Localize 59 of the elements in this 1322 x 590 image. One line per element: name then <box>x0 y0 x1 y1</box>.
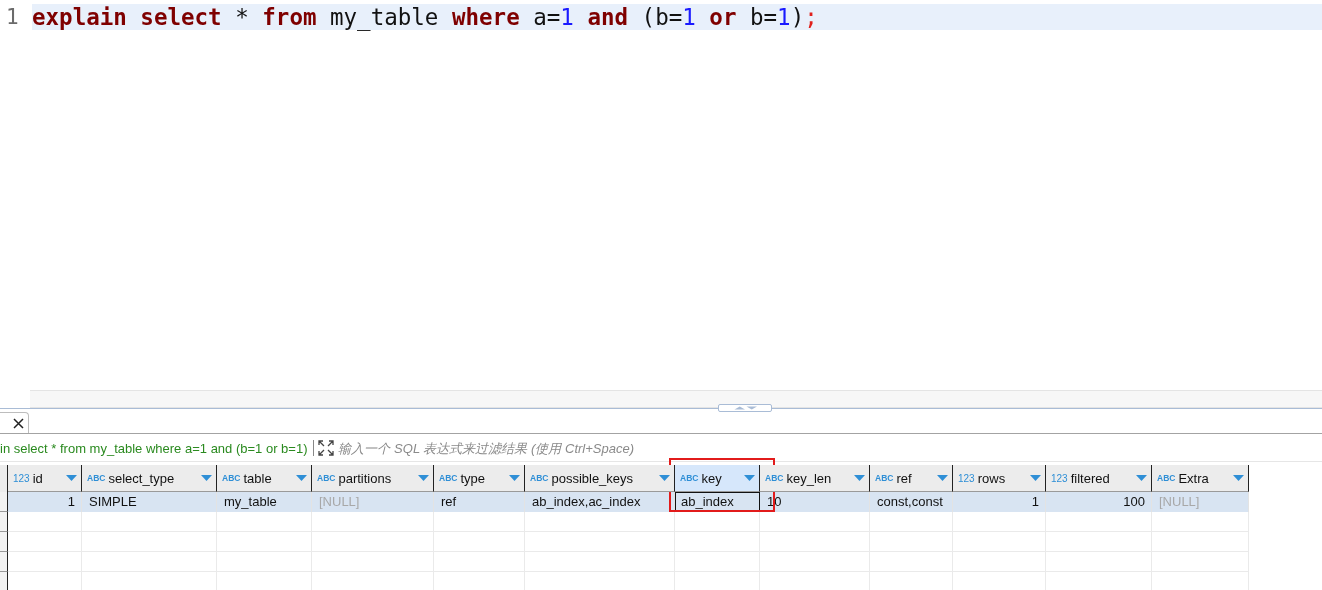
dropdown-arrow-icon[interactable] <box>1030 474 1041 482</box>
type-icon: 123 <box>958 472 975 484</box>
dropdown-arrow-icon[interactable] <box>201 474 212 482</box>
dropdown-arrow-icon[interactable] <box>937 474 948 482</box>
line-number: 1 <box>5 5 20 29</box>
type-icon: ABC <box>765 473 784 483</box>
row-header[interactable] <box>0 552 8 572</box>
type-icon: ABC <box>1157 473 1176 483</box>
table-cell: [NULL] <box>1152 492 1249 512</box>
result-tab[interactable] <box>0 412 29 433</box>
column-header[interactable]: 123 filtered <box>1046 465 1152 492</box>
table-cell: ab_index <box>675 492 760 512</box>
row-header[interactable] <box>0 532 8 552</box>
column-header[interactable]: 123 id <box>8 465 82 492</box>
column-header[interactable]: ABC partitions <box>312 465 434 492</box>
column-header[interactable]: ABC Extra <box>1152 465 1249 492</box>
dropdown-arrow-icon[interactable] <box>659 474 670 482</box>
type-icon: ABC <box>222 473 241 483</box>
column-header[interactable]: ABC select_type <box>82 465 217 492</box>
dropdown-arrow-icon[interactable] <box>854 474 865 482</box>
dropdown-arrow-icon[interactable] <box>1136 474 1147 482</box>
column-header[interactable]: ABC type <box>434 465 525 492</box>
close-icon[interactable] <box>13 417 24 429</box>
type-icon: ABC <box>680 473 699 483</box>
column-header[interactable]: ABC possible_keys <box>525 465 675 492</box>
type-icon: ABC <box>875 473 894 483</box>
dropdown-arrow-icon[interactable] <box>509 474 520 482</box>
table-cell: 1 <box>953 492 1046 512</box>
dropdown-arrow-icon[interactable] <box>66 474 77 482</box>
table-cell: SIMPLE <box>82 492 217 512</box>
type-icon: ABC <box>317 473 336 483</box>
expand-icon[interactable] <box>318 440 335 456</box>
column-header[interactable]: ABC key_len <box>760 465 870 492</box>
type-icon: 123 <box>13 472 30 484</box>
row-header[interactable] <box>0 572 8 590</box>
dropdown-arrow-icon[interactable] <box>296 474 307 482</box>
column-header[interactable]: 123 rows <box>953 465 1046 492</box>
splitter-handle[interactable] <box>718 404 772 412</box>
table-cell: my_table <box>217 492 312 512</box>
dropdown-arrow-icon[interactable] <box>1233 474 1244 482</box>
type-icon: ABC <box>87 473 106 483</box>
column-header[interactable]: ABC key <box>675 465 760 492</box>
table-cell: const,const <box>870 492 953 512</box>
type-icon: ABC <box>530 473 549 483</box>
table-cell: 100 <box>1046 492 1152 512</box>
type-icon: ABC <box>439 473 458 483</box>
row-header[interactable] <box>0 512 8 532</box>
table-cell: ab_index,ac_index <box>525 492 675 512</box>
type-icon: 123 <box>1051 472 1068 484</box>
dropdown-arrow-icon[interactable] <box>418 474 429 482</box>
query-text: in select * from my_table where a=1 and (b=1 or b=1) <box>0 440 308 456</box>
column-header[interactable]: ABC ref <box>870 465 953 492</box>
column-header[interactable]: ABC table <box>217 465 312 492</box>
table-cell: 1 <box>8 492 82 512</box>
row-header[interactable] <box>0 492 8 512</box>
corner-header[interactable] <box>0 465 8 492</box>
dropdown-arrow-icon[interactable] <box>744 474 755 482</box>
table-cell: ref <box>434 492 525 512</box>
table-cell: [NULL] <box>312 492 434 512</box>
